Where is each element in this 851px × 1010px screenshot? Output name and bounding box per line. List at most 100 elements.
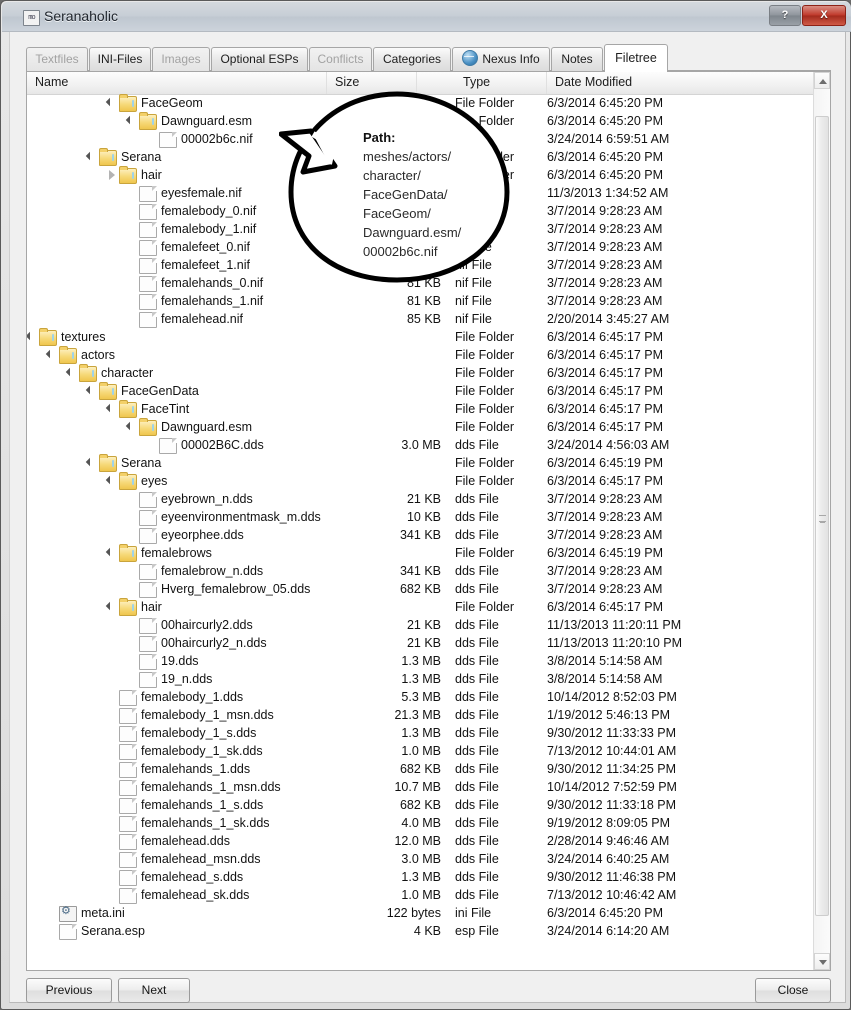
expand-arrow-open-icon[interactable] [107, 94, 117, 112]
date-cell: 3/7/2014 9:28:23 AM [547, 294, 663, 308]
table-row[interactable]: femalehead_sk.dds 1.0 MB dds File 7/13/2012… [27, 886, 815, 904]
table-row[interactable]: femalebody_1_msn.dds 21.3 MB dds File 1/19/… [27, 706, 815, 724]
title-bar[interactable]: mo Seranaholic ? X [2, 2, 851, 32]
table-row[interactable]: femalebody_1.dds 5.3 MB dds File 10/14/2012… [27, 688, 815, 706]
table-row[interactable]: FaceGeom File Folder 6/3/2014 6:45:20 PM [27, 94, 815, 112]
table-row[interactable]: Dawnguard.esm File Folder 6/3/2014 6:45:20… [27, 112, 815, 130]
table-row[interactable]: 00002b6c.nif nif File 3/24/2014 6:59:51 AM [27, 130, 815, 148]
table-row[interactable]: femalehands_1.dds 682 KB dds File 9/30/2012… [27, 760, 815, 778]
table-row[interactable]: meta.ini 122 bytes ini File 6/3/2014 6:45:2… [27, 904, 815, 922]
expand-arrow-open-icon[interactable] [107, 598, 117, 616]
expand-arrow-open-icon[interactable] [107, 472, 117, 490]
type-cell: dds File [455, 510, 499, 524]
table-row[interactable]: femalehands_1_msn.dds 10.7 MB dds File 10/1… [27, 778, 815, 796]
tab-categories[interactable]: Categories [373, 47, 451, 71]
file-icon [139, 564, 157, 580]
expand-arrow-open-icon[interactable] [67, 364, 77, 382]
tab-optional-esps[interactable]: Optional ESPs [211, 47, 308, 71]
close-button[interactable]: Close [755, 978, 831, 1003]
column-header-date-modified[interactable]: Date Modified [547, 72, 815, 94]
table-row[interactable]: 00haircurly2_n.dds 21 KB dds File 11/13/201… [27, 634, 815, 652]
table-row[interactable]: femalehead_s.dds 1.3 MB dds File 9/30/2012 … [27, 868, 815, 886]
next-button[interactable]: Next [118, 978, 190, 1003]
table-row[interactable]: femalehands_1.nif 81 KB nif File 3/7/2014 9… [27, 292, 815, 310]
table-row[interactable]: hair File Folder 6/3/2014 6:45:17 PM [27, 598, 815, 616]
table-row[interactable]: 19_n.dds 1.3 MB dds File 3/8/2014 5:14:58 A… [27, 670, 815, 688]
date-cell: 6/3/2014 6:45:19 PM [547, 456, 664, 470]
table-row[interactable]: femalebody_1_s.dds 1.3 MB dds File 9/30/201… [27, 724, 815, 742]
table-row[interactable]: femalebrow_n.dds 341 KB dds File 3/7/2014 9… [27, 562, 815, 580]
row-name-label: Serana [121, 150, 162, 164]
table-row[interactable]: eyesfemale.nif nif File 11/3/2013 1:34:52 … [27, 184, 815, 202]
previous-button[interactable]: Previous [26, 978, 112, 1003]
expand-arrow-open-icon[interactable] [107, 400, 117, 418]
table-row[interactable]: femalefeet_1.nif nif File 3/7/2014 9:28:23… [27, 256, 815, 274]
table-row[interactable]: Serana.esp 4 KB esp File 3/24/2014 6:14:20 … [27, 922, 815, 940]
help-button[interactable]: ? [769, 5, 801, 26]
tab-nexus-info[interactable]: Nexus Info [452, 47, 550, 71]
expand-arrow-open-icon[interactable] [47, 346, 57, 364]
window-close-button[interactable]: X [802, 5, 846, 26]
table-row[interactable]: Hverg_femalebrow_05.dds 682 KB dds File 3/7… [27, 580, 815, 598]
table-row[interactable]: femalebody_0.nif nif File 3/7/2014 9:28:23… [27, 202, 815, 220]
type-cell: dds File [455, 708, 499, 722]
table-row[interactable]: 00haircurly2.dds 21 KB dds File 11/13/2013 … [27, 616, 815, 634]
table-row[interactable]: 00002B6C.dds 3.0 MB dds File 3/24/2014 4:56… [27, 436, 815, 454]
type-cell: dds File [455, 726, 499, 740]
table-row[interactable]: 19.dds 1.3 MB dds File 3/8/2014 5:14:58 AM [27, 652, 815, 670]
vertical-scrollbar[interactable] [813, 72, 830, 970]
expand-arrow-open-icon[interactable] [107, 544, 117, 562]
table-row[interactable]: femalehands_1_sk.dds 4.0 MB dds File 9/19/2… [27, 814, 815, 832]
table-row[interactable]: eyeorphee.dds 341 KB dds File 3/7/2014 9:28… [27, 526, 815, 544]
table-row[interactable]: Dawnguard.esm File Folder 6/3/2014 6:45:17… [27, 418, 815, 436]
table-row[interactable]: femalehands_1_s.dds 682 KB dds File 9/30/20… [27, 796, 815, 814]
scroll-down-button[interactable] [814, 953, 830, 970]
table-row[interactable]: hair File Folder 6/3/2014 6:45:20 PM [27, 166, 815, 184]
date-cell: 7/13/2012 10:44:01 AM [547, 744, 677, 758]
expand-arrow-open-icon[interactable] [87, 382, 97, 400]
expand-arrow-open-icon[interactable] [127, 112, 137, 130]
column-header-type[interactable]: Type [455, 72, 547, 94]
size-cell [327, 130, 441, 148]
expand-arrow-open-icon[interactable] [87, 454, 97, 472]
filetree-listview[interactable]: Name Size Type Date Modified FaceGeom File F… [26, 71, 831, 971]
tab-ini-files[interactable]: INI-Files [89, 47, 151, 71]
table-row[interactable]: femalefeet_0.nif nif File 3/7/2014 9:28:23… [27, 238, 815, 256]
table-row[interactable]: femalebody_1.nif nif File 3/7/2014 9:28:23… [27, 220, 815, 238]
table-row[interactable]: femalehead_msn.dds 3.0 MB dds File 3/24/201… [27, 850, 815, 868]
table-row[interactable]: character File Folder 6/3/2014 6:45:17 PM [27, 364, 815, 382]
table-row[interactable]: FaceTint File Folder 6/3/2014 6:45:17 PM [27, 400, 815, 418]
table-row[interactable]: Serana File Folder 6/3/2014 6:45:20 PM [27, 148, 815, 166]
scroll-up-button[interactable] [814, 72, 830, 89]
type-cell: dds File [455, 582, 499, 596]
table-row[interactable]: femalehead.nif 85 KB nif File 2/20/2014 3:4… [27, 310, 815, 328]
date-cell: 6/3/2014 6:45:17 PM [547, 600, 664, 614]
table-row[interactable]: femalehands_0.nif 81 KB nif File 3/7/2014 9… [27, 274, 815, 292]
tab-filetree[interactable]: Filetree [604, 44, 668, 72]
filetree-rows[interactable]: FaceGeom File Folder 6/3/2014 6:45:20 PM Da… [27, 94, 815, 971]
date-cell: 3/7/2014 9:28:23 AM [547, 582, 663, 596]
table-row[interactable]: actors File Folder 6/3/2014 6:45:17 PM [27, 346, 815, 364]
table-row[interactable]: femalebrows File Folder 6/3/2014 6:45:19 P… [27, 544, 815, 562]
table-row[interactable]: femalebody_1_sk.dds 1.0 MB dds File 7/13/20… [27, 742, 815, 760]
table-row[interactable]: femalehead.dds 12.0 MB dds File 2/28/2014 9… [27, 832, 815, 850]
table-row[interactable]: FaceGenData File Folder 6/3/2014 6:45:17 P… [27, 382, 815, 400]
tab-notes[interactable]: Notes [551, 47, 603, 71]
table-row[interactable]: Serana File Folder 6/3/2014 6:45:19 PM [27, 454, 815, 472]
expand-arrow-open-icon[interactable] [27, 328, 37, 346]
file-icon [119, 726, 137, 742]
table-row[interactable]: eyeenvironmentmask_m.dds 10 KB dds File 3/7… [27, 508, 815, 526]
table-row[interactable]: textures File Folder 6/3/2014 6:45:17 PM [27, 328, 815, 346]
table-row[interactable]: eyes File Folder 6/3/2014 6:45:17 PM [27, 472, 815, 490]
scrollbar-thumb[interactable] [815, 116, 829, 916]
date-cell: 6/3/2014 6:45:20 PM [547, 168, 664, 182]
file-icon [139, 528, 157, 544]
expand-arrow-closed-icon[interactable] [107, 166, 117, 184]
date-cell: 2/20/2014 3:45:27 AM [547, 312, 670, 326]
table-row[interactable]: eyebrown_n.dds 21 KB dds File 3/7/2014 9:28… [27, 490, 815, 508]
column-header-size[interactable]: Size [327, 72, 417, 94]
size-cell: 21.3 MB [394, 708, 441, 722]
expand-arrow-open-icon[interactable] [87, 148, 97, 166]
column-header-name[interactable]: Name [27, 72, 327, 94]
expand-arrow-open-icon[interactable] [127, 418, 137, 436]
